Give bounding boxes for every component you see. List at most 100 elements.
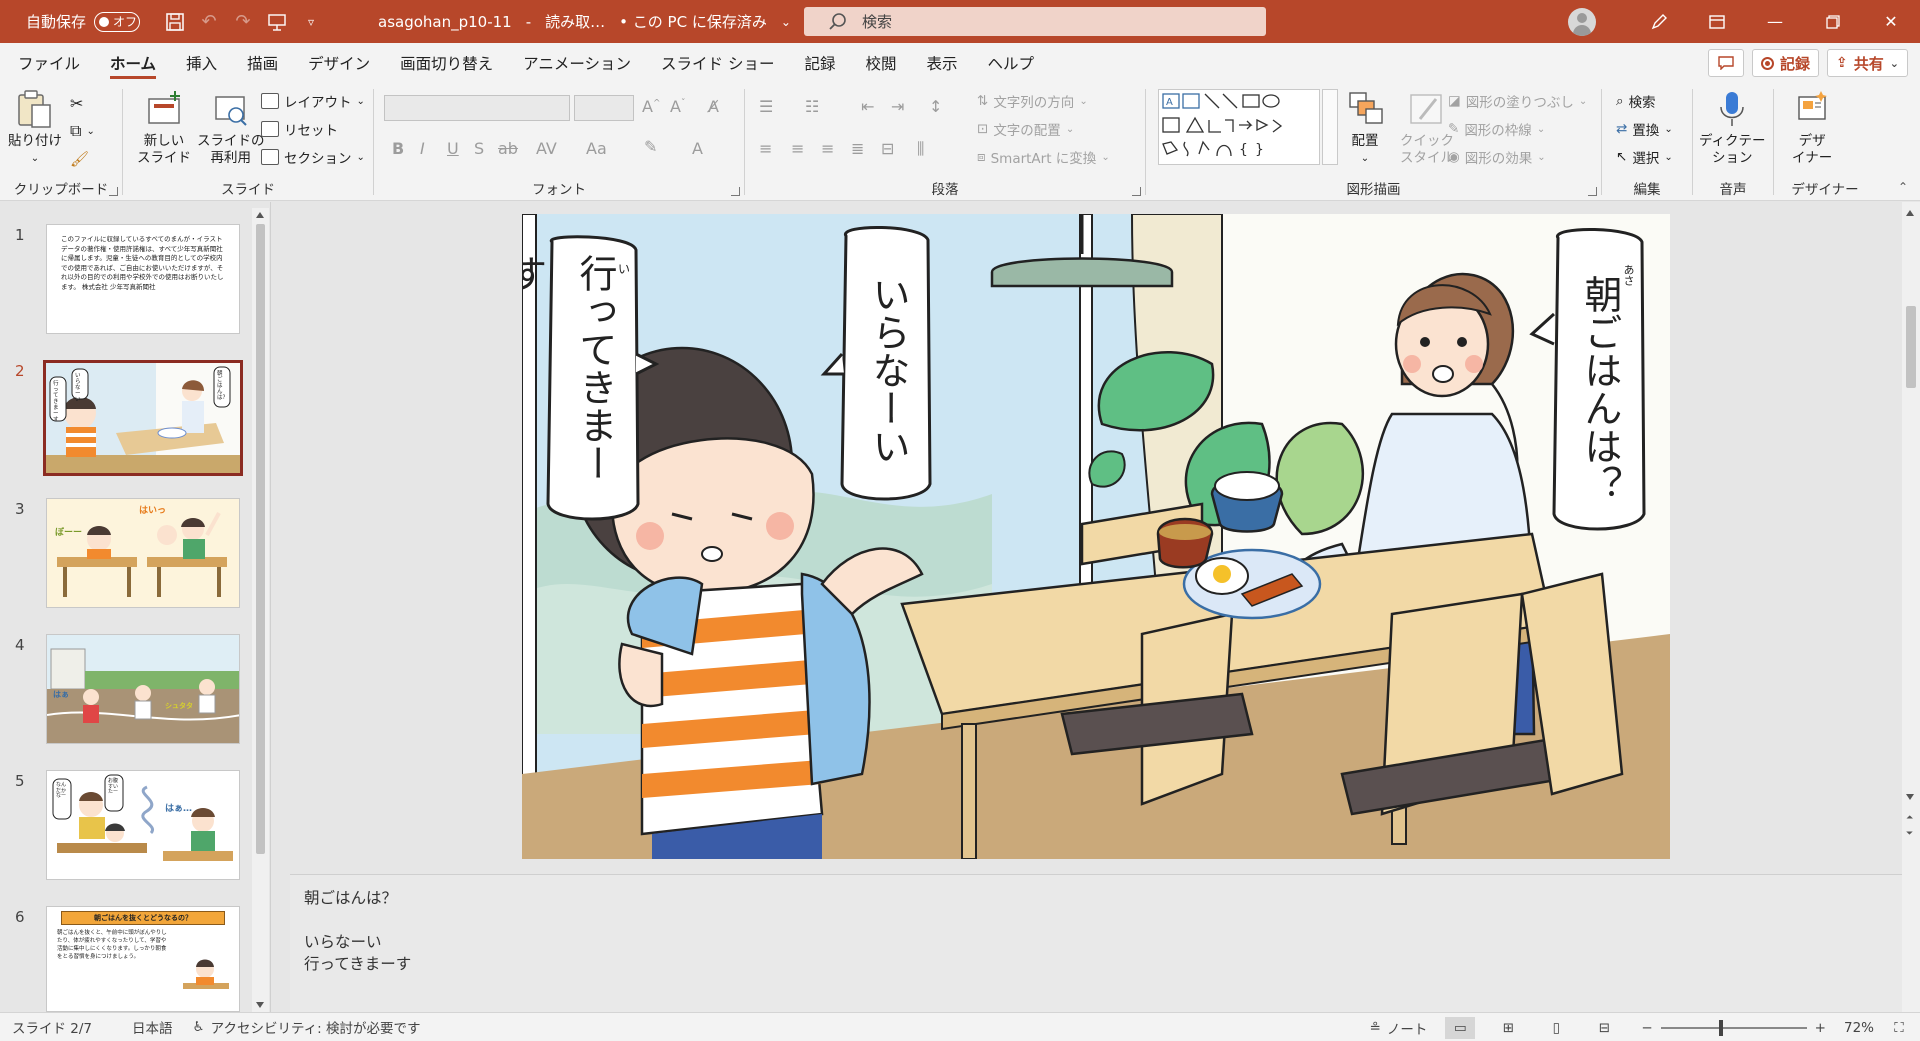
close-icon[interactable]: ✕	[1862, 0, 1920, 43]
char-spacing-icon[interactable]: AV	[536, 139, 557, 158]
language-indicator[interactable]: 日本語	[132, 1017, 173, 1037]
italic-icon[interactable]: I	[420, 139, 425, 158]
tab-design[interactable]: デザイン	[293, 43, 385, 83]
designer-button[interactable]: デザ イナー	[1792, 89, 1832, 167]
quick-styles-button[interactable]: クイック スタイル	[1400, 89, 1454, 167]
tab-transitions[interactable]: 画面切り替え	[385, 43, 508, 83]
dialog-launcher-icon[interactable]	[731, 187, 740, 196]
zoom-knob[interactable]	[1718, 1019, 1723, 1036]
reset-button[interactable]: リセット	[261, 117, 338, 141]
slide-sorter-view-icon[interactable]: ⊞	[1493, 1017, 1523, 1039]
avatar[interactable]	[1568, 7, 1596, 36]
scroll-up-icon[interactable]	[256, 212, 264, 218]
redo-icon[interactable]: ↷	[226, 7, 260, 37]
scroll-down-icon[interactable]	[256, 1002, 264, 1008]
line-spacing-icon[interactable]: ↕	[929, 97, 942, 116]
customize-qat-icon[interactable]: ▿	[294, 7, 328, 37]
notes-button[interactable]: ≗ ノート	[1370, 1018, 1428, 1038]
pen-icon[interactable]	[1630, 0, 1688, 43]
tab-view[interactable]: 表示	[911, 43, 972, 83]
copy-button[interactable]: ⧉ ⌄	[70, 119, 95, 143]
save-icon[interactable]	[158, 7, 192, 37]
layout-button[interactable]: レイアウト ⌄	[261, 89, 365, 113]
font-color-icon[interactable]: A	[692, 139, 703, 158]
strikethrough-icon[interactable]: ab	[498, 139, 518, 158]
collapse-ribbon-icon[interactable]: ⌃	[1898, 180, 1908, 194]
shapes-gallery[interactable]: A {}	[1158, 89, 1320, 165]
comments-button[interactable]	[1708, 49, 1745, 77]
arrange-button[interactable]: 配置 ⌄	[1346, 89, 1384, 167]
increase-indent-icon[interactable]: ⇥	[891, 97, 904, 116]
slide-thumbnail-5[interactable]: なんだかなー お腹すいたー はぁ…	[46, 770, 240, 880]
slide-thumbnail-6[interactable]: 朝ごはんを抜くとどうなるの？ 朝ごはんを抜くと、午前中に頭がぼんやりしたり、体が…	[46, 906, 240, 1012]
tab-home[interactable]: ホーム	[95, 43, 171, 83]
restore-icon[interactable]	[1804, 0, 1862, 43]
slide-thumbnail-2[interactable]: 行ってきまーす いらなーい 朝ごはんは？	[43, 360, 243, 476]
bold-icon[interactable]: B	[392, 139, 404, 158]
replace-button[interactable]: ⇄ 置換 ⌄	[1616, 117, 1673, 141]
align-text-button[interactable]: ⊡ 文字の配置 ⌄	[977, 117, 1074, 141]
paste-button[interactable]: 貼り付け ⌄	[8, 89, 62, 167]
accessibility-indicator[interactable]: ♿ アクセシビリティ: 検討が必要です	[193, 1017, 421, 1037]
decrease-indent-icon[interactable]: ⇤	[861, 97, 874, 116]
format-painter-button[interactable]: 🖌	[70, 147, 89, 171]
slide-scrollbar[interactable]: ⏶ ⏷	[1902, 202, 1920, 1012]
font-name-field[interactable]	[384, 95, 570, 121]
zoom-out-icon[interactable]: −	[1641, 1020, 1652, 1036]
record-button[interactable]: 記録	[1752, 49, 1820, 77]
numbering-icon[interactable]: ☷	[805, 97, 819, 116]
reuse-slides-button[interactable]: スライドの 再利用	[197, 89, 265, 167]
tab-record[interactable]: 記録	[789, 43, 850, 83]
slide-thumbnail-1[interactable]: このファイルに収録しているすべてのまんが・イラストデータの著作権・使用許諾権は、…	[46, 224, 240, 334]
minimize-icon[interactable]: —	[1746, 0, 1804, 43]
zoom-level[interactable]: 72%	[1844, 1020, 1874, 1036]
shape-outline-button[interactable]: ✎ 図形の枠線 ⌄	[1448, 117, 1545, 141]
shape-effects-button[interactable]: ◉ 図形の効果 ⌄	[1448, 145, 1546, 169]
smartart-button[interactable]: ⧈ SmartArt に変換 ⌄	[977, 145, 1110, 169]
document-title[interactable]: asagohan_p10-11 - 読み取… • この PC に保存済み ⌄	[378, 0, 791, 43]
tab-insert[interactable]: 挿入	[171, 43, 232, 83]
section-button[interactable]: セクション ⌄	[261, 145, 365, 169]
find-button[interactable]: ⌕ 検索	[1616, 89, 1656, 113]
justify-icon[interactable]: ≣	[851, 139, 864, 158]
shadow-icon[interactable]: S	[474, 139, 484, 158]
zoom-slider[interactable]	[1660, 1019, 1807, 1036]
distributed-icon[interactable]: ⊟	[881, 139, 894, 158]
share-button[interactable]: ⇪ 共有 ⌄	[1827, 49, 1908, 77]
shapes-gallery-scroll[interactable]	[1322, 89, 1338, 165]
scroll-down-icon[interactable]	[1906, 794, 1914, 800]
previous-slide-icon[interactable]: ⏶	[1906, 814, 1913, 823]
next-slide-icon[interactable]: ⏷	[1906, 830, 1913, 839]
grow-font-icon[interactable]: A^	[642, 97, 661, 116]
scroll-up-icon[interactable]	[1906, 210, 1914, 216]
align-center-icon[interactable]: ≡	[791, 139, 804, 158]
tab-slideshow[interactable]: スライド ショー	[646, 43, 789, 83]
align-right-icon[interactable]: ≡	[821, 139, 834, 158]
columns-icon[interactable]: ⫼	[917, 139, 924, 159]
dictate-button[interactable]: ディクテー ション	[1699, 89, 1766, 167]
select-button[interactable]: ↖ 選択 ⌄	[1616, 145, 1673, 169]
slideshow-view-icon[interactable]: ⊟	[1589, 1017, 1619, 1039]
font-size-field[interactable]	[574, 95, 634, 121]
reading-view-icon[interactable]: ▯	[1541, 1017, 1571, 1039]
tab-review[interactable]: 校閲	[850, 43, 911, 83]
thumbnail-scrollbar[interactable]	[252, 208, 269, 1012]
bullets-icon[interactable]: ☰	[759, 97, 773, 116]
tab-help[interactable]: ヘルプ	[973, 43, 1050, 83]
tab-animations[interactable]: アニメーション	[508, 43, 646, 83]
shape-fill-button[interactable]: ◪ 図形の塗りつぶし ⌄	[1448, 89, 1587, 113]
underline-icon[interactable]: U	[447, 139, 459, 158]
cut-button[interactable]: ✂	[70, 91, 83, 115]
undo-icon[interactable]: ↶	[192, 7, 226, 37]
dialog-launcher-icon[interactable]	[1132, 187, 1141, 196]
normal-view-icon[interactable]: ▭	[1445, 1016, 1476, 1039]
zoom-in-icon[interactable]: +	[1815, 1020, 1826, 1036]
slide-thumbnail-3[interactable]: ぼーー はいっ	[46, 498, 240, 608]
speaker-notes[interactable]: 朝ごはんは？ いらなーい 行ってきまーす	[290, 874, 1902, 1012]
new-slide-button[interactable]: 新しい スライド	[137, 89, 191, 167]
slide-thumbnail-4[interactable]: はぁ シュタタ	[46, 634, 240, 744]
clear-format-icon[interactable]: A̸	[708, 97, 719, 116]
text-direction-button[interactable]: ⇅ 文字列の方向 ⌄	[977, 89, 1088, 113]
dialog-launcher-icon[interactable]	[1588, 187, 1597, 196]
slide-canvas[interactable]: 行ってきまーす い いらなーい 朝ごはんは？ あさ	[522, 214, 1670, 859]
